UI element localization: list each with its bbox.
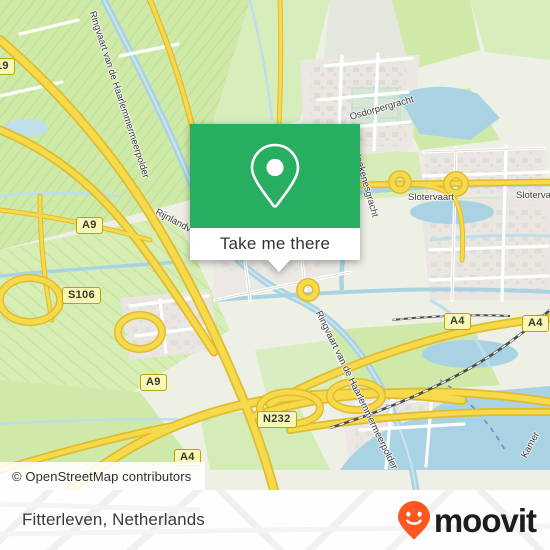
moovit-brand[interactable]: moovit [397, 490, 537, 550]
road-shield: S106 [62, 287, 101, 304]
take-me-there-label: Take me there [219, 234, 331, 253]
location-title: Fitterleven, Netherlands [22, 490, 205, 550]
road-shield: A4 [522, 315, 549, 332]
popup-action-panel[interactable]: Take me there [190, 228, 360, 260]
location-title-text: Fitterleven, Netherlands [22, 510, 205, 529]
road-shield: A9 [140, 374, 167, 391]
footer-bar: Fitterleven, Netherlands moovit [0, 490, 550, 550]
attribution-text: © OpenStreetMap contributors [12, 468, 192, 484]
road-shield: 19 [0, 58, 15, 75]
road-shield: A9 [76, 217, 103, 234]
moovit-smiley-pin-icon [397, 501, 430, 540]
road-shield: N232 [257, 411, 297, 428]
popup-icon-panel [190, 124, 360, 228]
moovit-map-screenshot: 19 A9 S106 A9 N232 A4 A4 A4 Ringvaart va… [0, 0, 550, 550]
destination-popup[interactable]: Take me there [190, 124, 360, 272]
moovit-wordmark: moovit [433, 501, 537, 539]
map-attribution[interactable]: © OpenStreetMap contributors [0, 462, 206, 490]
road-shield: A4 [444, 313, 471, 330]
popup-tail [268, 260, 290, 272]
map-pin-icon [250, 143, 300, 208]
map-canvas[interactable]: 19 A9 S106 A9 N232 A4 A4 A4 Ringvaart va… [0, 0, 550, 490]
